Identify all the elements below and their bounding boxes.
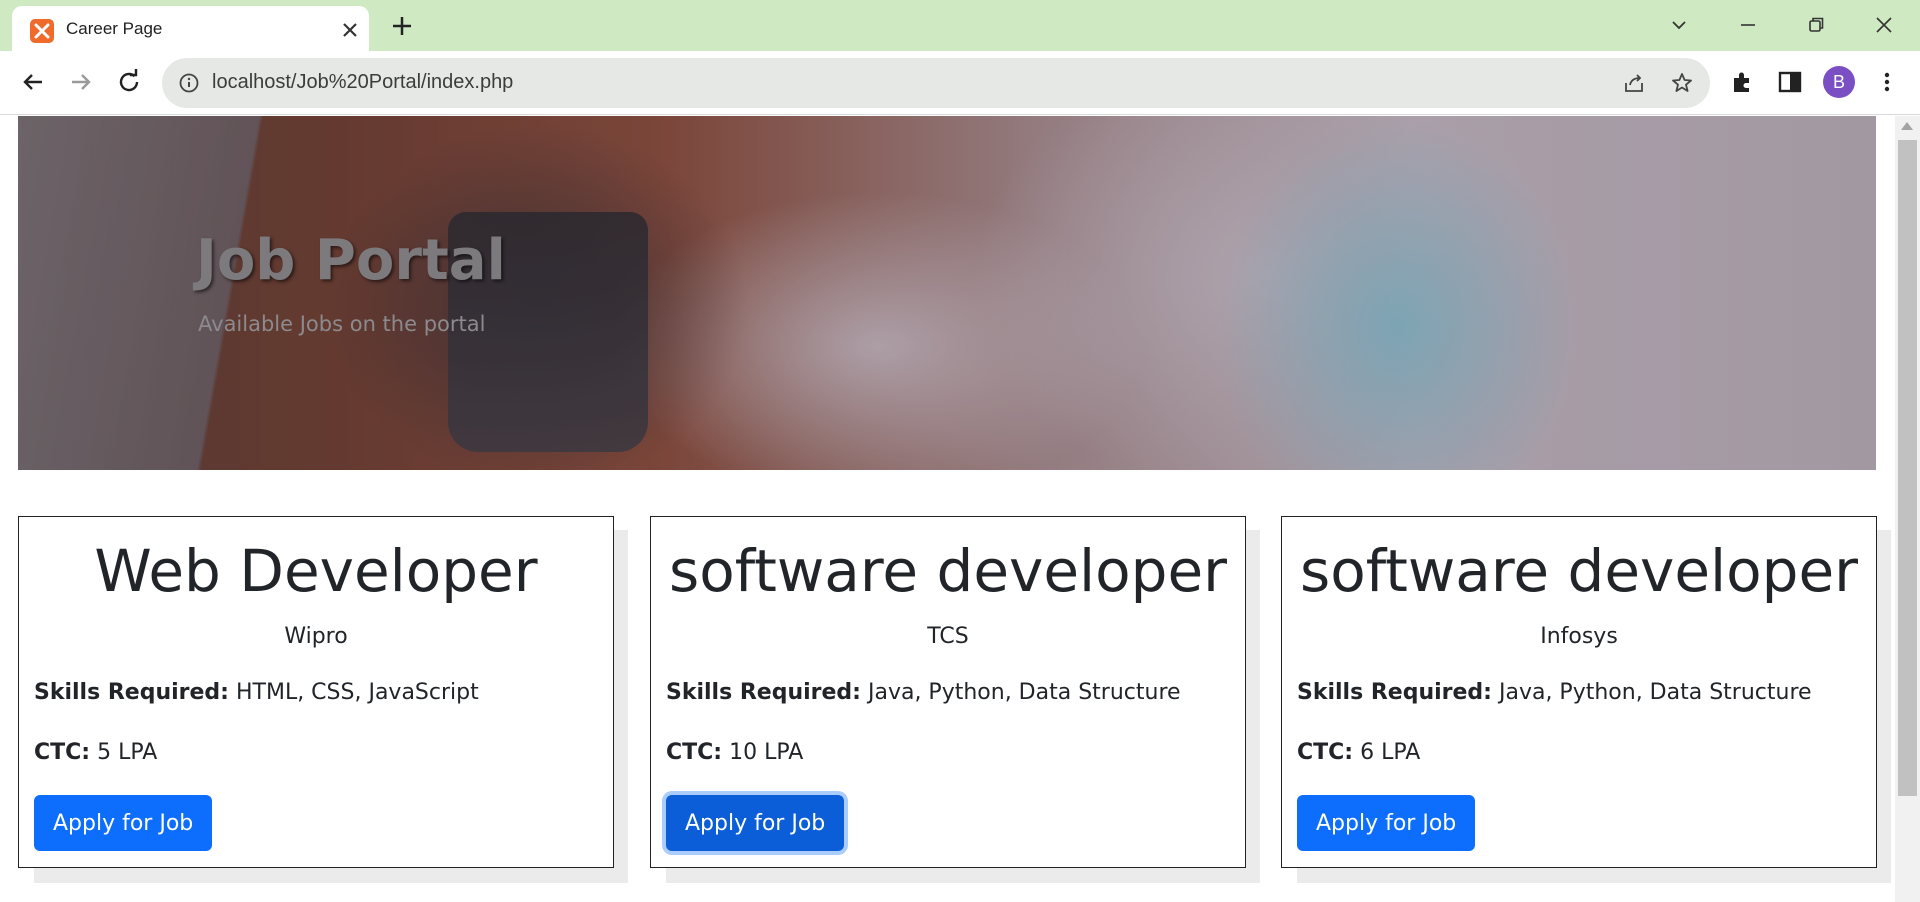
ctc-label: CTC:: [666, 740, 723, 765]
ctc-label: CTC:: [34, 740, 91, 765]
skills-line: Skills Required: Java, Python, Data Stru…: [666, 680, 1181, 705]
skills-line: Skills Required: HTML, CSS, JavaScript: [34, 680, 479, 705]
skills-value: HTML, CSS, JavaScript: [228, 680, 479, 705]
apply-job-button[interactable]: Apply for Job: [34, 795, 213, 851]
tab-career-page[interactable]: Career Page: [12, 6, 369, 51]
page-title: Job Portal: [196, 228, 506, 293]
address-bar[interactable]: localhost/Job%20Portal/index.php: [162, 58, 1710, 108]
ctc-line: CTC: 6 LPA: [1297, 740, 1420, 765]
reload-icon[interactable]: [113, 66, 145, 98]
skills-line: Skills Required: Java, Python, Data Stru…: [1297, 680, 1812, 705]
minimize-icon[interactable]: [1733, 10, 1763, 40]
bookmark-star-icon[interactable]: [1670, 71, 1694, 95]
tab-search-icon[interactable]: [1664, 10, 1694, 40]
skills-label: Skills Required:: [34, 680, 229, 705]
ctc-label: CTC:: [1297, 740, 1354, 765]
skills-value: Java, Python, Data Structure: [1491, 680, 1812, 705]
ctc-line: CTC: 5 LPA: [34, 740, 157, 765]
job-card: software developer Infosys Skills Requir…: [1281, 516, 1877, 868]
xampp-icon: [30, 19, 54, 43]
skills-value: Java, Python, Data Structure: [860, 680, 1181, 705]
tab-strip: Career Page: [0, 0, 1920, 51]
forward-arrow-icon[interactable]: [65, 66, 97, 98]
tab-title: Career Page: [66, 19, 163, 38]
share-icon[interactable]: [1622, 71, 1646, 95]
job-card: Web Developer Wipro Skills Required: HTM…: [18, 516, 614, 868]
info-icon[interactable]: [178, 72, 200, 94]
ctc-value: 6 LPA: [1353, 740, 1421, 765]
page-subtitle: Available Jobs on the portal: [198, 312, 486, 336]
vertical-scrollbar[interactable]: [1895, 116, 1920, 902]
profile-avatar[interactable]: B: [1823, 66, 1855, 98]
ctc-value: 5 LPA: [90, 740, 158, 765]
skills-label: Skills Required:: [1297, 680, 1492, 705]
company-name: Infosys: [1540, 624, 1618, 649]
restore-icon[interactable]: [1801, 10, 1831, 40]
close-icon[interactable]: [338, 18, 362, 42]
job-title: software developer: [669, 537, 1227, 605]
skills-label: Skills Required:: [666, 680, 861, 705]
menu-kebab-icon[interactable]: [1873, 68, 1901, 96]
scroll-thumb[interactable]: [1898, 140, 1917, 796]
extensions-puzzle-icon[interactable]: [1729, 68, 1757, 96]
close-window-icon[interactable]: [1869, 10, 1899, 40]
job-card: software developer TCS Skills Required: …: [650, 516, 1246, 868]
apply-job-button[interactable]: Apply for Job: [666, 795, 845, 851]
apply-job-button[interactable]: Apply for Job: [1297, 795, 1476, 851]
new-tab-button[interactable]: [388, 12, 416, 40]
job-title: Web Developer: [94, 537, 538, 605]
company-name: TCS: [927, 624, 969, 649]
back-arrow-icon[interactable]: [17, 66, 49, 98]
company-name: Wipro: [284, 624, 348, 649]
hero-banner: Job Portal Available Jobs on the portal: [18, 116, 1876, 470]
side-panel-icon[interactable]: [1776, 68, 1804, 96]
ctc-value: 10 LPA: [722, 740, 804, 765]
job-title: software developer: [1300, 537, 1858, 605]
url-text: localhost/Job%20Portal/index.php: [212, 71, 514, 93]
ctc-line: CTC: 10 LPA: [666, 740, 803, 765]
page-viewport: Job Portal Available Jobs on the portal …: [0, 116, 1895, 902]
scroll-up-arrow-icon[interactable]: [1901, 122, 1913, 130]
